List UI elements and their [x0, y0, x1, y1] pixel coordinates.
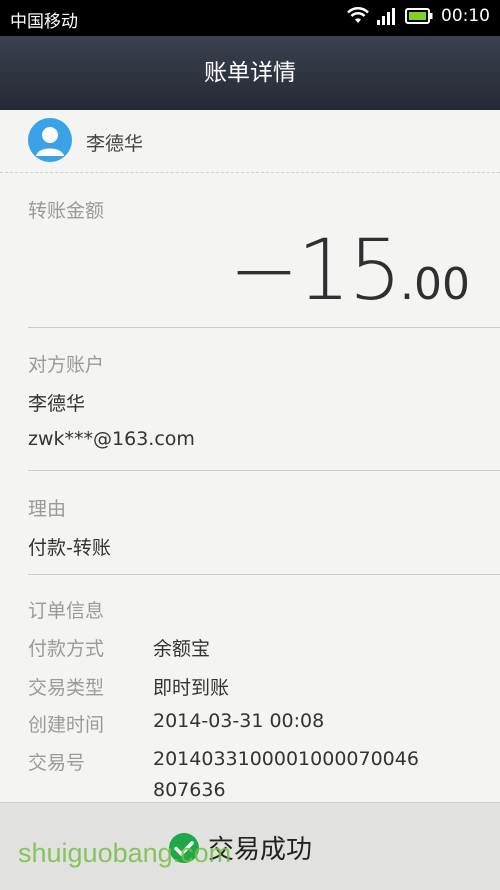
signal-icon [377, 8, 395, 25]
trade-type-value: 即时到账 [153, 677, 230, 699]
counterparty-label: 对方账户 [28, 354, 105, 376]
avatar[interactable] [28, 118, 72, 162]
created-time-label: 创建时间 [28, 714, 105, 736]
trade-type-label: 交易类型 [28, 677, 105, 699]
trade-number-label: 交易号 [28, 752, 86, 774]
user-row[interactable]: 李德华 [0, 110, 500, 172]
payment-method-value: 余额宝 [153, 638, 211, 660]
trade-number-value-line2: 807636 [153, 779, 226, 801]
payment-method-label: 付款方式 [28, 638, 105, 660]
divider [0, 172, 500, 173]
amount-integer: −15 [228, 221, 402, 319]
divider [28, 470, 500, 471]
trade-number-value-line1: 201403310000100007004​6 [153, 748, 419, 770]
divider [28, 327, 500, 328]
counterparty-account: zwk***@163.com [28, 428, 195, 450]
reason-value: 付款-转账 [28, 537, 111, 559]
watermark-text: shuiguobang.com [18, 838, 232, 868]
counterparty-name: 李德华 [28, 393, 86, 415]
order-info-label: 订单信息 [28, 600, 105, 622]
wifi-icon [347, 7, 369, 23]
battery-icon [405, 8, 433, 24]
reason-label: 理由 [28, 498, 67, 520]
page-title: 账单详情 [204, 60, 296, 86]
amount-label: 转账金额 [28, 200, 105, 222]
bill-details: 李德华 转账金额 −15.00 对方账户 李德华 zwk***@163.com … [0, 110, 500, 802]
header-bar: 账单详情 [0, 36, 500, 110]
carrier-label: 中国移动 [10, 12, 78, 32]
user-name: 李德华 [86, 133, 144, 155]
user-avatar-icon [36, 127, 64, 156]
status-bar: 中国移动 00:10 [0, 0, 500, 36]
amount-value: −15.00 [229, 228, 470, 312]
divider [28, 574, 500, 575]
clock: 00:10 [441, 6, 490, 26]
status-icons: 00:10 [347, 6, 490, 26]
created-time-value: 2014-03-31 00:08 [153, 710, 325, 732]
amount-decimal: .00 [400, 259, 470, 310]
